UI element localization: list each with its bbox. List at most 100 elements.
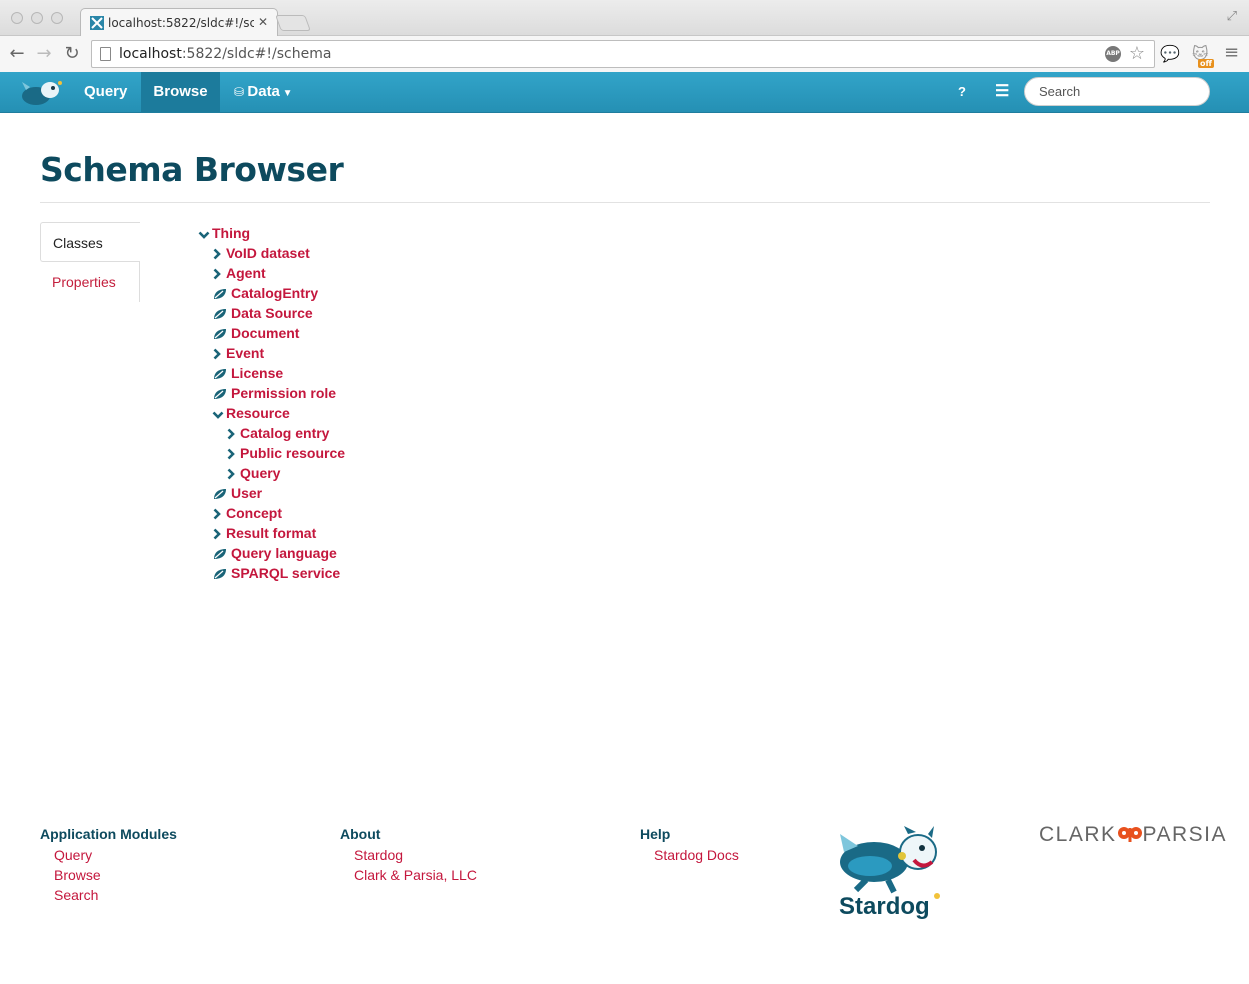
- chevron-right-icon[interactable]: [226, 423, 236, 443]
- tree-node-label[interactable]: Query: [240, 465, 280, 481]
- tree-node-label[interactable]: Permission role: [231, 385, 336, 401]
- stardog-wordmark: Stardog: [839, 893, 930, 920]
- tree-node[interactable]: User: [213, 483, 262, 503]
- tree-node[interactable]: Query language: [213, 543, 337, 563]
- leaf-icon: [213, 303, 227, 323]
- chevron-right-icon[interactable]: [212, 343, 222, 363]
- tree-node-label[interactable]: License: [231, 365, 283, 381]
- database-icon: ⛁: [234, 85, 248, 99]
- tab-close-icon[interactable]: ✕: [258, 15, 268, 29]
- tree-node[interactable]: VoID dataset: [212, 243, 310, 263]
- help-button[interactable]: ?: [958, 72, 966, 112]
- footer-about-heading: About: [340, 826, 381, 842]
- page-title: Schema Browser: [40, 150, 344, 189]
- tree-node[interactable]: Thing: [198, 223, 250, 243]
- tree-node[interactable]: License: [213, 363, 283, 383]
- browser-tab-bar: localhost:5822/sldc#!/sch ✕ ⤢: [0, 0, 1249, 37]
- url-path: :5822/sldc#!/schema: [181, 46, 332, 62]
- tree-node[interactable]: Public resource: [226, 443, 345, 463]
- address-bar[interactable]: localhost:5822/sldc#!/schema ABP ☆: [91, 40, 1155, 68]
- tree-node-label[interactable]: Query language: [231, 545, 337, 561]
- tree-node[interactable]: Document: [213, 323, 299, 343]
- footer-about: About Stardog Clark & Parsia, LLC: [340, 825, 477, 885]
- tree-node-label[interactable]: Agent: [226, 265, 266, 281]
- cp-logo-right: PARSIA: [1142, 823, 1227, 846]
- cp-mark-icon: [1117, 827, 1142, 842]
- chevron-right-icon[interactable]: [226, 463, 236, 483]
- tree-node[interactable]: Catalog entry: [226, 423, 329, 443]
- extension-speech-icon[interactable]: 💬: [1160, 44, 1180, 63]
- back-icon[interactable]: ←: [6, 43, 28, 65]
- chevron-down-icon[interactable]: [212, 403, 224, 423]
- browser-menu-icon[interactable]: ≡: [1224, 42, 1239, 63]
- clark-parsia-logo: CLARK PARSIA: [1039, 823, 1227, 847]
- chevron-right-icon[interactable]: [212, 523, 222, 543]
- tree-node-label[interactable]: Concept: [226, 505, 282, 521]
- footer-help: Help Stardog Docs: [640, 825, 739, 865]
- extension-off-badge: off: [1198, 59, 1214, 68]
- tabs-divider: [139, 261, 140, 302]
- footer-link-search[interactable]: Search: [40, 885, 177, 905]
- tab-properties[interactable]: Properties: [40, 262, 140, 302]
- chevron-right-icon[interactable]: [212, 503, 222, 523]
- fullscreen-icon[interactable]: ⤢: [1227, 9, 1237, 24]
- nav-query[interactable]: Query: [84, 72, 127, 112]
- nav-browse[interactable]: Browse: [141, 72, 220, 112]
- footer-help-heading: Help: [640, 826, 671, 842]
- tree-node-label[interactable]: Thing: [212, 225, 250, 241]
- tree-node-label[interactable]: Data Source: [231, 305, 313, 321]
- tree-node[interactable]: Event: [212, 343, 264, 363]
- minimize-window-button[interactable]: [31, 12, 43, 24]
- caret-down-icon: ▼: [279, 88, 293, 99]
- reload-icon[interactable]: ↻: [61, 43, 83, 65]
- footer-link-stardog[interactable]: Stardog: [340, 845, 477, 865]
- tree-node[interactable]: Query: [226, 463, 280, 483]
- tree-node[interactable]: Agent: [212, 263, 266, 283]
- footer-link-browse[interactable]: Browse: [40, 865, 177, 885]
- nav-data-dropdown[interactable]: ⛁ Data ▼: [234, 72, 293, 112]
- tree-node[interactable]: Concept: [212, 503, 282, 523]
- leaf-icon: [213, 483, 227, 503]
- hamburger-menu-icon[interactable]: ☰: [995, 72, 1009, 112]
- tree-node[interactable]: Resource: [212, 403, 290, 423]
- tree-node-label[interactable]: Catalog entry: [240, 425, 329, 441]
- leaf-icon: [213, 383, 227, 403]
- tree-node-label[interactable]: SPARQL service: [231, 565, 340, 581]
- footer-link-query[interactable]: Query: [40, 845, 177, 865]
- tree-node-label[interactable]: Document: [231, 325, 299, 341]
- tab-classes[interactable]: Classes: [40, 222, 140, 262]
- page-icon: [100, 47, 111, 61]
- search-input[interactable]: [1024, 77, 1210, 106]
- chevron-right-icon[interactable]: [212, 263, 222, 283]
- tree-node[interactable]: Result format: [212, 523, 316, 543]
- bookmark-star-icon[interactable]: ☆: [1129, 43, 1145, 64]
- stardog-favicon-icon: [90, 16, 104, 30]
- tree-node-label[interactable]: Public resource: [240, 445, 345, 461]
- tree-node-label[interactable]: Result format: [226, 525, 316, 541]
- chevron-right-icon[interactable]: [226, 443, 236, 463]
- footer-link-clark-parsia[interactable]: Clark & Parsia, LLC: [340, 865, 477, 885]
- tree-node-label[interactable]: Event: [226, 345, 264, 361]
- chevron-right-icon[interactable]: [212, 243, 222, 263]
- tab-title: localhost:5822/sldc#!/sch: [108, 16, 254, 30]
- footer-link-stardog-docs[interactable]: Stardog Docs: [640, 845, 739, 865]
- adblock-icon[interactable]: ABP: [1105, 46, 1121, 62]
- url-text[interactable]: localhost:5822/sldc#!/schema: [119, 46, 331, 62]
- new-tab-button[interactable]: [275, 15, 311, 31]
- title-divider: [40, 202, 1210, 203]
- tree-node[interactable]: CatalogEntry: [213, 283, 318, 303]
- chevron-down-icon[interactable]: [198, 223, 210, 243]
- browser-tab[interactable]: localhost:5822/sldc#!/sch ✕: [80, 8, 278, 37]
- tree-node-label[interactable]: CatalogEntry: [231, 285, 318, 301]
- stardog-logo-icon[interactable]: [20, 78, 66, 108]
- tree-node[interactable]: Data Source: [213, 303, 313, 323]
- tree-node-label[interactable]: User: [231, 485, 262, 501]
- forward-icon[interactable]: →: [33, 43, 55, 65]
- tree-node[interactable]: Permission role: [213, 383, 336, 403]
- tree-node-label[interactable]: Resource: [226, 405, 290, 421]
- zoom-window-button[interactable]: [51, 12, 63, 24]
- tree-node-label[interactable]: VoID dataset: [226, 245, 310, 261]
- tree-node[interactable]: SPARQL service: [213, 563, 340, 583]
- close-window-button[interactable]: [11, 12, 23, 24]
- leaf-icon: [213, 323, 227, 343]
